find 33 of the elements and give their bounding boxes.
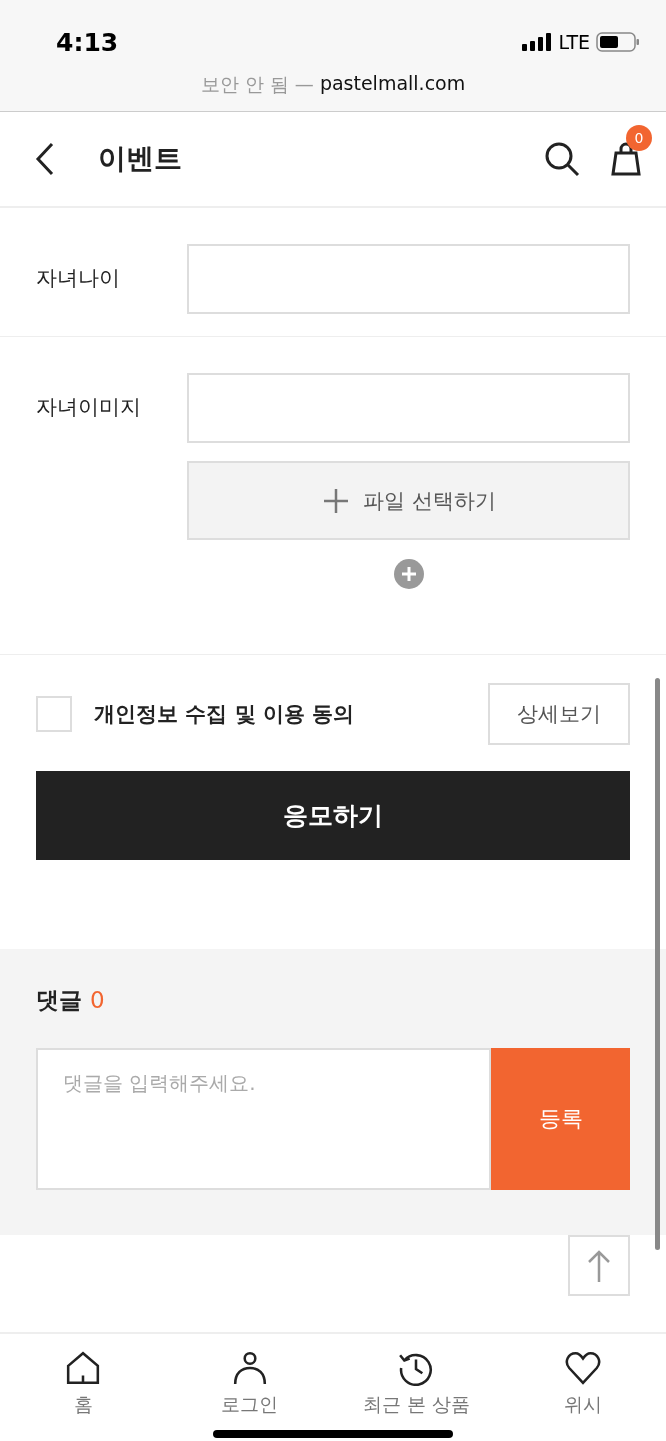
add-circle-icon[interactable] — [392, 558, 425, 590]
shopping-bag-icon[interactable] — [610, 141, 642, 177]
up-arrow-icon — [587, 1248, 611, 1283]
cart-count-badge: 0 — [626, 125, 652, 151]
input-field[interactable] — [187, 373, 630, 443]
search-icon[interactable] — [544, 141, 580, 177]
home-icon — [65, 1350, 102, 1386]
battery-icon — [596, 32, 640, 52]
input-field[interactable] — [187, 244, 630, 314]
comments-title: 댓글 — [36, 986, 82, 1015]
page-title: 이벤트 — [98, 141, 183, 177]
details-button[interactable]: 상세보기 — [488, 683, 630, 745]
network-label: LTE — [558, 31, 590, 53]
security-warning: 보안 안 됨 — — [200, 72, 314, 97]
nav-tab[interactable]: 최근 본 상품 — [333, 1334, 500, 1441]
field-label: 자녀나이 — [36, 265, 121, 292]
file-select-button[interactable]: 파일 선택하기 — [187, 461, 630, 540]
nav-tab[interactable]: 홈 — [0, 1334, 167, 1441]
url-domain[interactable]: pastelmall.com — [319, 72, 466, 98]
register-button[interactable]: 등록 — [491, 1048, 630, 1190]
person-icon — [231, 1350, 268, 1386]
nav-tab[interactable]: 위시 — [499, 1334, 666, 1441]
comment-count: 0 — [90, 987, 105, 1013]
signal-icon — [522, 33, 553, 51]
heart-icon — [564, 1350, 601, 1386]
apply-button[interactable]: 응모하기 — [36, 771, 630, 860]
agreement-label: 개인정보 수집 및 이용 동의 — [94, 701, 356, 728]
nav-tab[interactable]: 로그인 — [166, 1334, 333, 1441]
scroll-top-button[interactable] — [568, 1235, 630, 1296]
checkbox[interactable] — [36, 696, 72, 732]
clock-time: 4:13 — [56, 27, 119, 57]
field-label: 자녀이미지 — [36, 394, 142, 421]
comment-field[interactable]: 댓글을 입력해주세요. — [36, 1048, 491, 1190]
